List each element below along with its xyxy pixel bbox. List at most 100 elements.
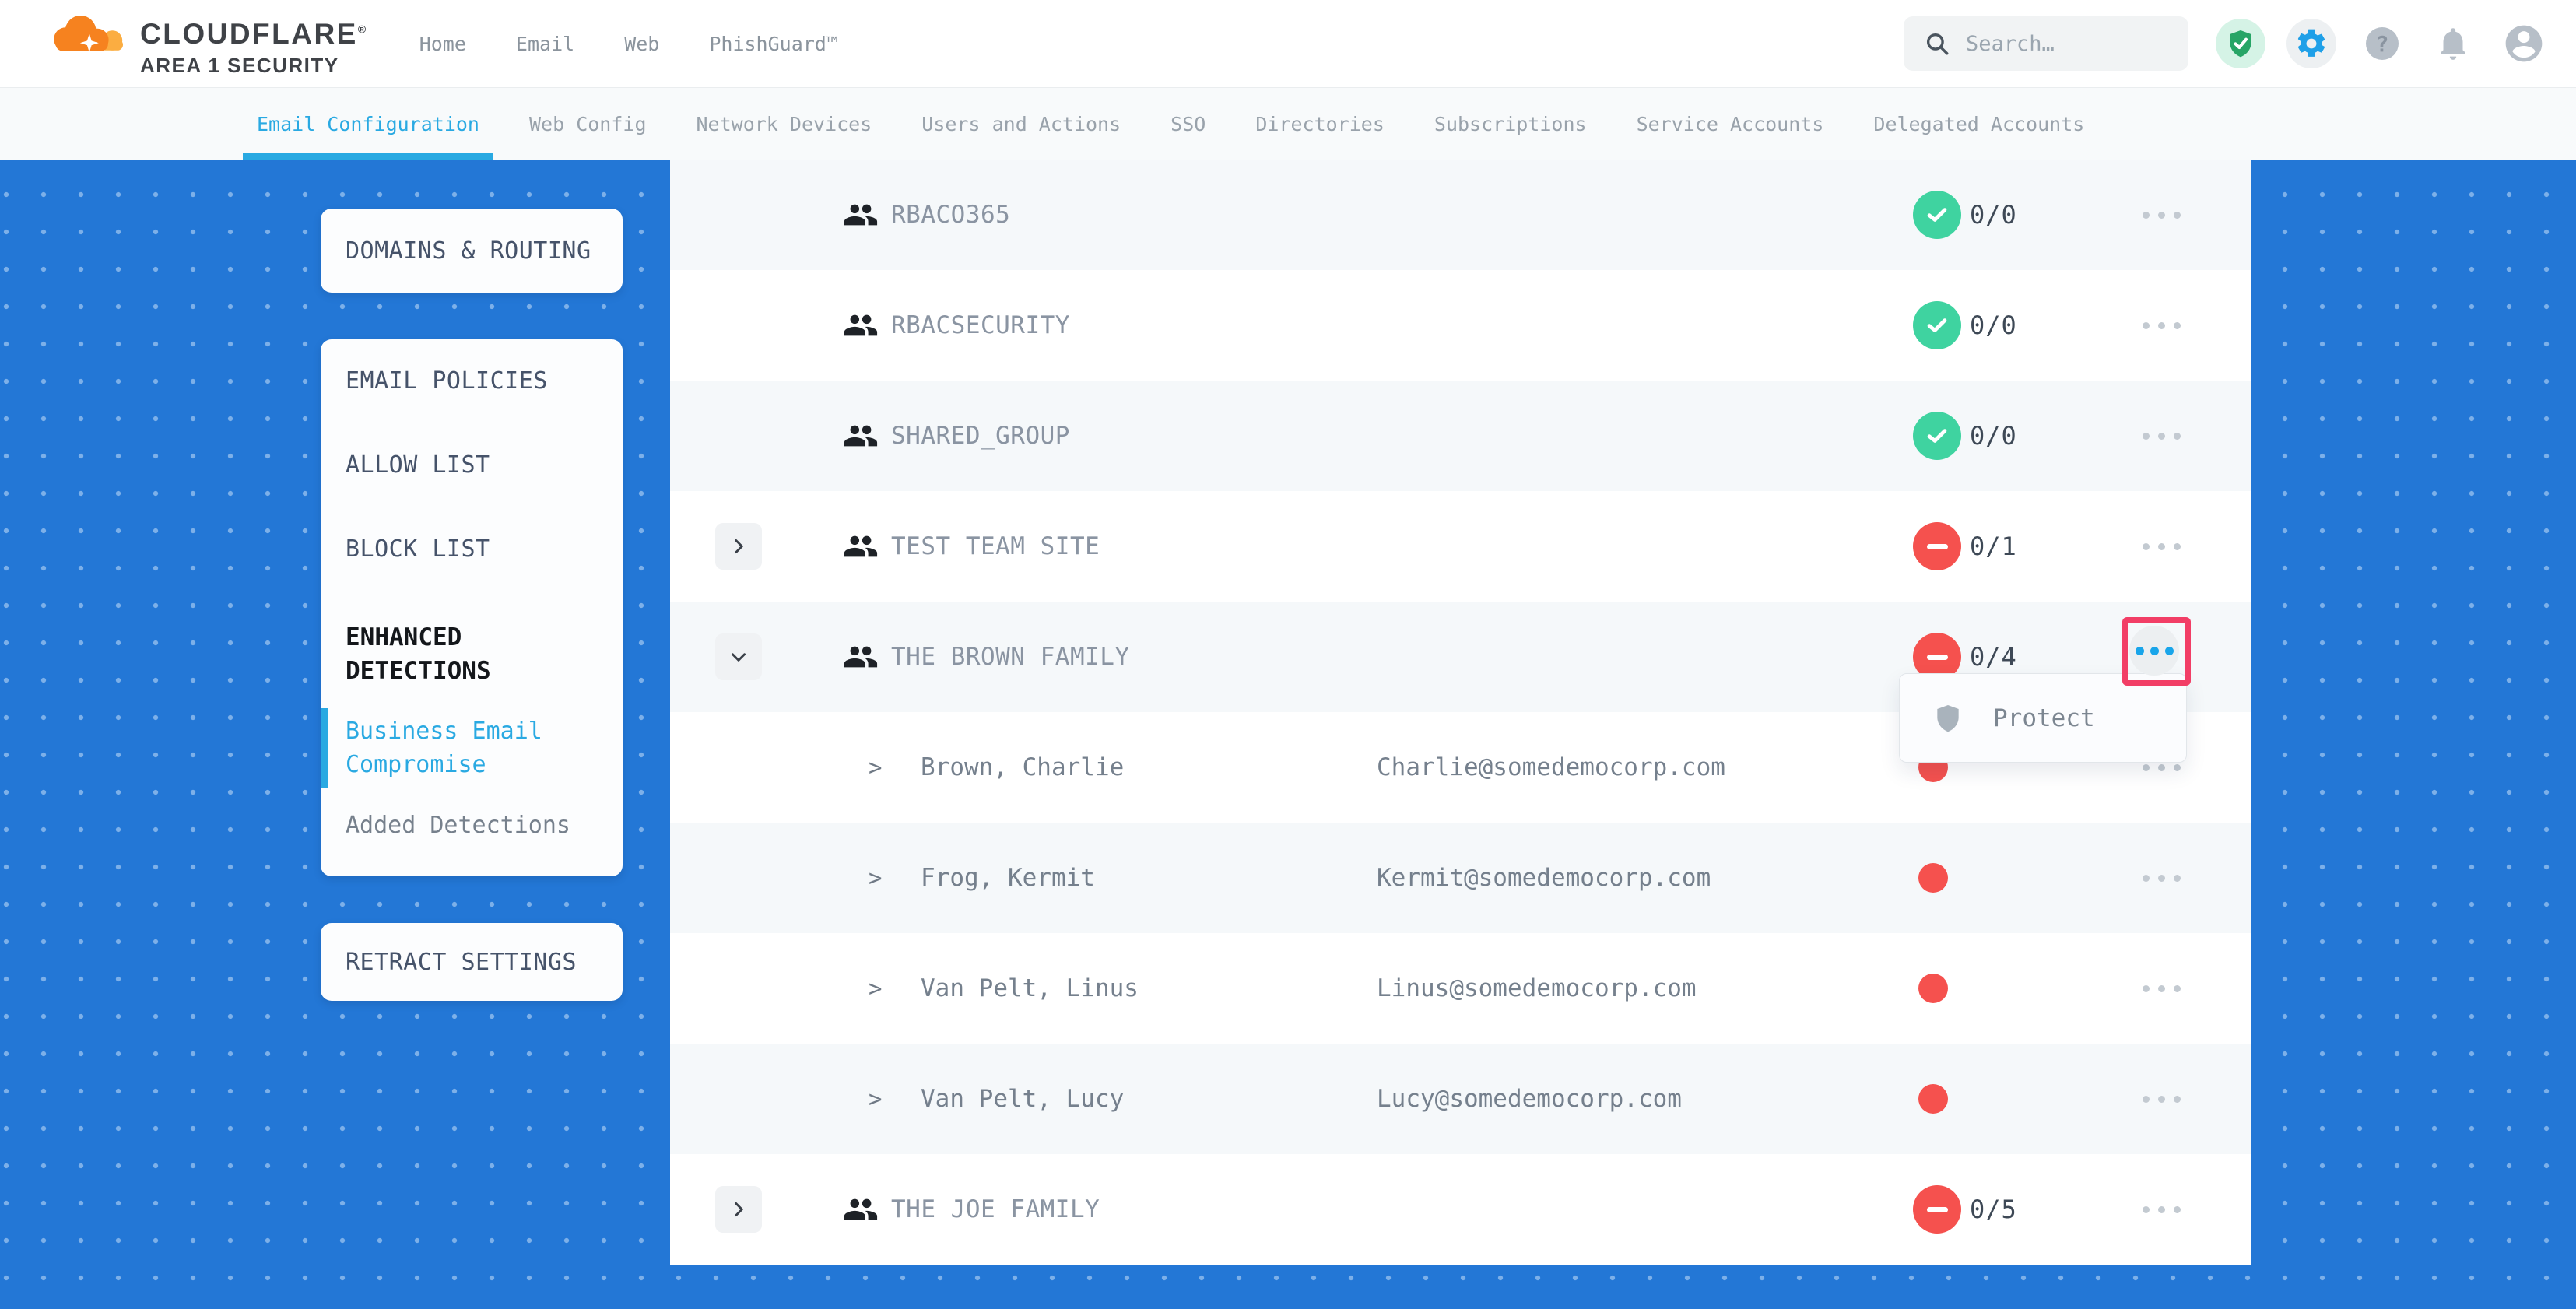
row-menu-button[interactable]	[2127, 1175, 2195, 1244]
row-menu-button[interactable]	[2127, 1065, 2195, 1133]
tab-users-and-actions[interactable]: Users and Actions	[907, 88, 1135, 160]
member-email: Linus@somedemocorp.com	[1377, 933, 1697, 1044]
row-menu-button-active[interactable]	[2129, 626, 2179, 676]
row-menu-button[interactable]	[2127, 512, 2195, 581]
minus-icon	[1927, 1207, 1948, 1212]
enhanced-detections-heading: ENHANCED DETECTIONS	[346, 621, 598, 688]
protected-count: 0/0	[1970, 160, 2017, 270]
settings-gear-icon[interactable]	[2286, 19, 2336, 68]
tab-subscriptions[interactable]: Subscriptions	[1420, 88, 1601, 160]
sidebar-item-email-policies[interactable]: EMAIL POLICIES	[321, 339, 623, 423]
nav-link-phishguard[interactable]: PhishGuard™	[709, 33, 838, 55]
chevron-down-icon	[728, 647, 749, 667]
member-chevron-icon[interactable]: >	[869, 1044, 882, 1154]
sidebar-item-block-list[interactable]: BLOCK LIST	[321, 507, 623, 591]
status-protected-badge	[1913, 301, 1961, 349]
row-menu-button[interactable]	[2127, 291, 2195, 360]
search-box[interactable]	[1904, 16, 2188, 71]
member-row-van-pelt-lucy: >Van Pelt, LucyLucy@somedemocorp.com	[670, 1044, 2251, 1154]
section-tab-bar: Email Configuration Web Config Network Dev…	[0, 87, 2576, 160]
check-icon	[1924, 423, 1950, 449]
expander-button-collapsed[interactable]	[715, 523, 762, 570]
tab-directories[interactable]: Directories	[1241, 88, 1399, 160]
header-right: ?	[1904, 0, 2549, 87]
group-icon	[843, 197, 879, 233]
protection-shield-icon[interactable]	[2216, 19, 2265, 68]
sidebar-card-domains: DOMAINS & ROUTING	[321, 209, 623, 293]
sidebar-item-domains-routing[interactable]: DOMAINS & ROUTING	[321, 209, 623, 293]
protected-count: 0/0	[1970, 270, 2017, 381]
row-menu-button[interactable]	[2127, 181, 2195, 249]
cloudflare-logo: CLOUDFLARE® AREA 1 SECURITY	[48, 10, 368, 78]
sidebar-item-label: Business Email Compromise	[346, 718, 542, 779]
brand-text: CLOUDFLARE® AREA 1 SECURITY	[140, 19, 368, 78]
status-unprotected-badge	[1913, 1185, 1961, 1234]
context-menu: Protect	[1899, 673, 2187, 763]
group-row-the-joe-family: THE JOE FAMILY 0/5	[670, 1154, 2251, 1265]
group-name: SHARED_GROUP	[891, 381, 1070, 491]
member-chevron-icon[interactable]: >	[869, 823, 882, 933]
top-nav: Home Email Web PhishGuard™	[419, 33, 838, 55]
sidebar-item-added-detections[interactable]: Added Detections	[346, 809, 579, 843]
search-input[interactable]	[1966, 32, 2168, 56]
expander-button-expanded[interactable]	[715, 633, 762, 680]
group-icon-wrap	[843, 639, 879, 678]
tab-sso[interactable]: SSO	[1156, 88, 1220, 160]
sidebar-section-enhanced-detections: ENHANCED DETECTIONS Business Email Compr…	[321, 591, 623, 876]
search-icon	[1924, 30, 1950, 57]
sidebar-item-retract-settings[interactable]: RETRACT SETTINGS	[321, 923, 623, 1001]
notifications-bell-icon[interactable]	[2428, 19, 2478, 68]
group-icon-wrap	[843, 307, 879, 346]
status-unprotected-dot	[1918, 1084, 1948, 1114]
member-email: Kermit@somedemocorp.com	[1377, 823, 1711, 933]
nav-link-web[interactable]: Web	[624, 33, 659, 55]
sidebar-item-allow-list[interactable]: ALLOW LIST	[321, 423, 623, 507]
group-icon-wrap	[843, 418, 879, 457]
minus-icon	[1927, 544, 1948, 549]
row-menu-button[interactable]	[2127, 954, 2195, 1023]
sidebar-card-retract: RETRACT SETTINGS	[321, 923, 623, 1001]
nav-link-home[interactable]: Home	[419, 33, 466, 55]
tab-network-devices[interactable]: Network Devices	[683, 88, 886, 160]
member-row-frog-kermit: >Frog, KermitKermit@somedemocorp.com	[670, 823, 2251, 933]
protected-count: 0/5	[1970, 1154, 2017, 1265]
group-name: THE JOE FAMILY	[891, 1154, 1100, 1265]
group-icon	[843, 528, 879, 564]
expander-button-collapsed[interactable]	[715, 1186, 762, 1233]
group-icon	[843, 1191, 879, 1227]
tab-service-accounts[interactable]: Service Accounts	[1623, 88, 1838, 160]
nav-link-email[interactable]: Email	[516, 33, 574, 55]
group-row-rbaco365: RBACO365 0/0	[670, 160, 2251, 270]
status-unprotected-dot	[1918, 974, 1948, 1003]
group-name: THE BROWN FAMILY	[891, 602, 1130, 712]
group-icon-wrap	[843, 528, 879, 567]
row-menu-button[interactable]	[2127, 402, 2195, 470]
account-icon[interactable]	[2499, 19, 2549, 68]
svg-text:?: ?	[2376, 31, 2389, 57]
app-header: CLOUDFLARE® AREA 1 SECURITY Home Email Web…	[0, 0, 2576, 87]
row-menu-button[interactable]	[2127, 844, 2195, 912]
cloudflare-cloud-icon	[48, 10, 129, 58]
tab-web-config[interactable]: Web Config	[515, 88, 661, 160]
group-name: RBACO365	[891, 160, 1010, 270]
status-protected-badge	[1913, 412, 1961, 460]
member-chevron-icon[interactable]: >	[869, 712, 882, 823]
tab-delegated-accounts[interactable]: Delegated Accounts	[1859, 88, 2098, 160]
tab-email-configuration[interactable]: Email Configuration	[243, 88, 493, 160]
registered-mark: ®	[358, 23, 368, 35]
member-chevron-icon[interactable]: >	[869, 933, 882, 1044]
group-icon	[843, 418, 879, 454]
help-icon[interactable]: ?	[2357, 19, 2407, 68]
protected-count: 0/1	[1970, 491, 2017, 602]
member-name: Van Pelt, Lucy	[921, 1044, 1124, 1154]
sidebar-card-policies: EMAIL POLICIES ALLOW LIST BLOCK LIST ENH…	[321, 339, 623, 876]
context-menu-item-protect[interactable]: Protect	[1900, 674, 2186, 762]
status-unprotected-badge	[1913, 522, 1961, 570]
chevron-right-icon	[728, 536, 749, 556]
member-name: Van Pelt, Linus	[921, 933, 1139, 1044]
sidebar-item-business-email-compromise[interactable]: Business Email Compromise	[346, 714, 579, 782]
group-icon	[843, 307, 879, 343]
brand-name: CLOUDFLARE®	[140, 19, 368, 48]
status-protected-badge	[1913, 191, 1961, 239]
active-indicator-bar	[321, 708, 328, 788]
